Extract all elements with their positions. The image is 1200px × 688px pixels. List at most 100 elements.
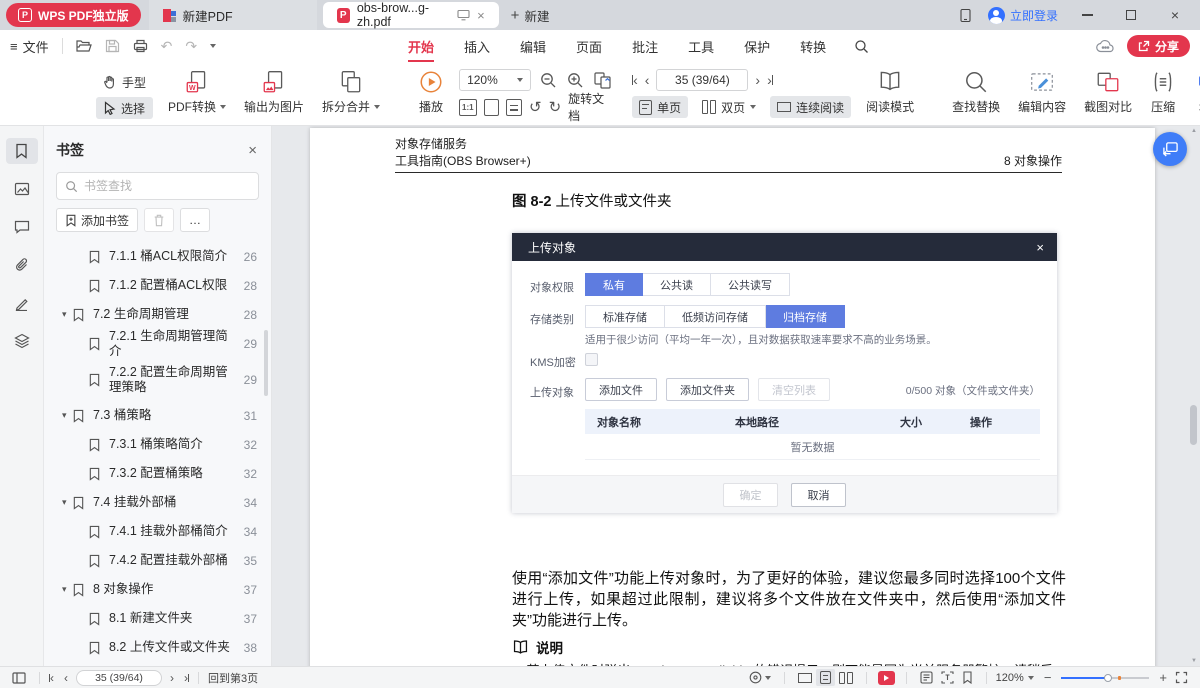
bookmark-item[interactable]: 8.2 上传文件或文件夹38 [44, 633, 271, 662]
rotate-left-icon[interactable]: ↺ [529, 100, 542, 115]
window-maximize-button[interactable] [1116, 4, 1146, 26]
bookmark-item[interactable]: ▾7.4 挂载外部桶34 [44, 488, 271, 517]
continuous-read-button[interactable]: 连续阅读 [770, 96, 851, 118]
scroll-down-icon[interactable]: ▼ [1190, 658, 1198, 664]
first-page-icon[interactable]: ‹ [632, 72, 638, 88]
fit-width-icon[interactable] [506, 99, 522, 116]
bookmark-item[interactable]: 7.1.1 桶ACL权限简介26 [44, 242, 271, 271]
rail-thumbnails-button[interactable] [6, 176, 38, 202]
menu-tab-annotate[interactable]: 批注 [630, 31, 660, 62]
single-page-button[interactable]: 单页 [632, 96, 688, 118]
menu-tab-convert[interactable]: 转换 [798, 31, 828, 62]
more-options-button[interactable]: … [180, 208, 210, 232]
split-merge-button[interactable]: 拆分合并 [313, 69, 389, 115]
tab-document-active[interactable]: P obs-brow...g-zh.pdf × [323, 2, 499, 28]
bookmark-search-input[interactable] [84, 179, 234, 193]
bookmark-item[interactable]: 7.3.2 配置桶策略32 [44, 459, 271, 488]
login-button[interactable]: 立即登录 [988, 7, 1058, 24]
file-menu[interactable]: ≡ 文件 [10, 37, 49, 56]
rotate-right-icon[interactable]: ↻ [549, 100, 562, 115]
bookmark-item[interactable]: 8.1 新建文件夹37 [44, 604, 271, 633]
bookmark-item[interactable]: 7.3.1 桶策略简介32 [44, 430, 271, 459]
auto-scroll-icon[interactable] [745, 671, 775, 684]
page-number-field[interactable]: 35 (39/64) [76, 670, 162, 686]
new-tab-button[interactable]: + 新建 [511, 6, 550, 25]
full-translate-button[interactable]: A 全文翻译 [1191, 71, 1200, 93]
document-scrollbar[interactable]: ▲ ▼ [1189, 126, 1199, 666]
zoom-in-icon[interactable] [565, 70, 585, 90]
pdf-convert-button[interactable]: W PDF转换 [159, 69, 235, 115]
undo-icon[interactable]: ↶ [161, 38, 173, 55]
menu-tab-start[interactable]: 开始 [406, 31, 436, 62]
edit-content-button[interactable]: 编辑内容 [1009, 69, 1075, 115]
double-page-button[interactable]: 双页 [695, 96, 763, 118]
bookmark-item[interactable]: ▾7.3 桶策略31 [44, 401, 271, 430]
rotate-doc-label[interactable]: 旋转文档 [568, 90, 612, 124]
prev-page-icon[interactable]: ‹ [645, 72, 650, 88]
screenshot-compare-button[interactable]: 截图对比 [1075, 69, 1141, 115]
tab-new-pdf[interactable]: 新建PDF [149, 0, 317, 30]
back-to-page-link[interactable]: 回到第3页 [208, 670, 258, 686]
panel-scrollbar-thumb[interactable] [264, 330, 268, 396]
device-sync-icon[interactable] [959, 8, 974, 23]
rail-comments-button[interactable] [6, 214, 38, 240]
fullscreen-icon[interactable] [1171, 671, 1192, 684]
export-image-button[interactable]: 输出为图片 [235, 69, 313, 115]
window-minimize-button[interactable] [1072, 4, 1102, 26]
rail-signature-button[interactable] [6, 290, 38, 316]
bookmark-item[interactable]: ▾8 对象操作37 [44, 575, 271, 604]
close-tab-icon[interactable]: × [477, 9, 485, 22]
app-button[interactable]: P WPS PDF独立版 [6, 3, 141, 27]
text-select-icon[interactable] [937, 671, 958, 684]
window-close-button[interactable]: × [1160, 4, 1190, 26]
select-tool-button[interactable]: 选择 [96, 97, 153, 119]
hand-tool-button[interactable]: 手型 [96, 71, 153, 93]
last-page-icon[interactable]: › [184, 671, 189, 685]
last-page-icon[interactable]: › [767, 72, 773, 88]
menu-tab-protect[interactable]: 保护 [742, 31, 772, 62]
print-icon[interactable] [133, 39, 148, 53]
zoom-out-icon[interactable] [538, 70, 558, 90]
slideshow-play-button[interactable] [878, 671, 895, 685]
find-replace-button[interactable]: 查找替换 [943, 69, 1009, 115]
cloud-sync-icon[interactable] [1096, 39, 1115, 53]
zoom-select[interactable]: 120% [996, 672, 1034, 684]
zoom-in-plus-icon[interactable]: + [1155, 670, 1171, 685]
prev-page-icon[interactable]: ‹ [64, 671, 68, 685]
bookmark-item[interactable]: 7.2.2 配置生命周期管理策略29 [44, 359, 271, 401]
reader-view-icon[interactable] [916, 671, 937, 684]
continuous-read-icon[interactable] [794, 671, 816, 685]
scroll-up-icon[interactable]: ▲ [1190, 128, 1198, 134]
fit-page-icon[interactable] [484, 99, 500, 116]
open-folder-icon[interactable] [76, 39, 92, 53]
add-bookmark-button[interactable]: 添加书签 [56, 208, 138, 232]
menu-tab-edit[interactable]: 编辑 [518, 31, 548, 62]
expand-triangle-icon[interactable]: ▾ [62, 497, 72, 508]
expand-triangle-icon[interactable]: ▾ [62, 584, 72, 595]
search-icon[interactable] [854, 39, 869, 54]
close-panel-icon[interactable]: × [248, 142, 257, 159]
rail-bookmarks-button[interactable] [6, 138, 38, 164]
slider-knob[interactable] [1104, 674, 1112, 682]
expand-triangle-icon[interactable]: ▾ [62, 410, 72, 421]
double-page-icon[interactable] [835, 672, 857, 684]
actual-size-button[interactable]: 1:1 [459, 99, 477, 116]
scrollbar-thumb[interactable] [1190, 405, 1197, 445]
rail-layers-button[interactable] [6, 328, 38, 354]
rail-attachments-button[interactable] [6, 252, 38, 278]
bookmark-item[interactable]: 7.1.2 配置桶ACL权限28 [44, 271, 271, 300]
bookmark-item[interactable]: 7.2.1 生命周期管理简介29 [44, 329, 271, 359]
delete-bookmark-button[interactable] [144, 208, 174, 232]
save-icon[interactable] [105, 39, 120, 53]
replace-pages-icon[interactable] [592, 70, 612, 90]
next-page-icon[interactable]: › [755, 72, 760, 88]
bookmark-item[interactable]: ▾7.2 生命周期管理28 [44, 300, 271, 329]
word-translate-button[interactable]: 划词翻译 [1191, 97, 1200, 119]
page-number-field[interactable]: 35 (39/64) [656, 69, 748, 91]
menu-tab-page[interactable]: 页面 [574, 31, 604, 62]
redo-icon[interactable]: ↷ [185, 38, 197, 55]
zoom-out-minus-icon[interactable]: − [1040, 670, 1056, 685]
menu-tab-insert[interactable]: 插入 [462, 31, 492, 62]
zoom-slider[interactable] [1061, 677, 1149, 679]
ai-translate-floating-button[interactable] [1153, 132, 1187, 166]
